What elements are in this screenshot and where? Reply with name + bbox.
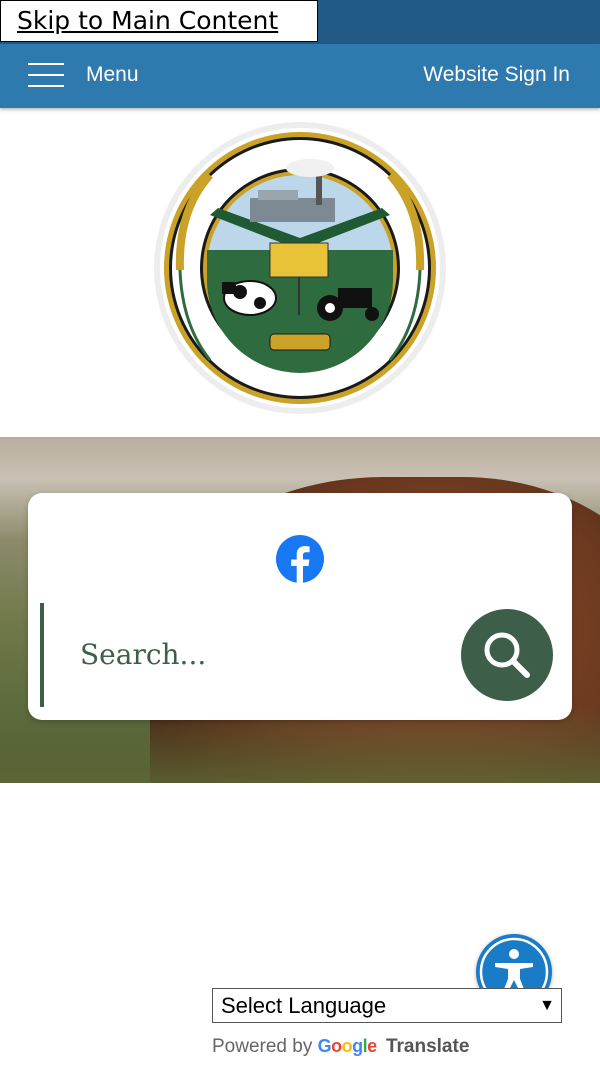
powered-by-google-translate: Powered by Google Translate [212,1036,469,1058]
select-language-dropdown[interactable]: Select Language ▼ [212,988,562,1023]
select-language-label: Select Language [221,993,387,1018]
menu-button-label[interactable]: Menu [86,63,139,87]
search-card [28,493,572,720]
search-icon [484,632,530,678]
navbar: Menu Website Sign In [0,44,600,108]
chevron-down-icon: ▼ [539,997,555,1014]
website-sign-in-link[interactable]: Website Sign In [423,63,570,87]
translate-link[interactable]: Translate [386,1036,469,1057]
search-accent-bar [40,603,44,707]
hamburger-menu-icon[interactable] [28,61,64,89]
search-button[interactable] [461,609,553,701]
google-logo: Google [317,1036,378,1056]
powered-by-text: Powered by [212,1036,313,1057]
jerome-county-seal-logo[interactable] [150,120,450,420]
search-input[interactable] [78,623,412,685]
skip-to-main-content-link[interactable]: Skip to Main Content [0,0,318,42]
facebook-icon[interactable] [276,535,324,583]
